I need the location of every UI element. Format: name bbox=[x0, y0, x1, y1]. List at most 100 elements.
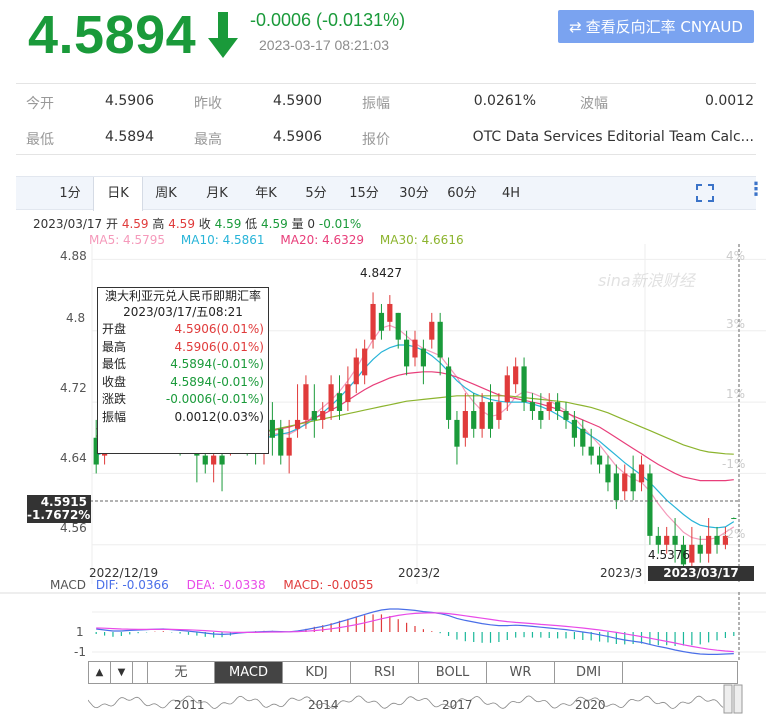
tooltip-value: -0.0006(-0.01%) bbox=[165, 392, 264, 407]
tab-30min[interactable]: 30分 bbox=[392, 177, 436, 210]
y-tick: 4.72 bbox=[60, 381, 87, 395]
scroll-down-button[interactable]: ▼ bbox=[111, 662, 133, 683]
tab-1min[interactable]: 1分 bbox=[48, 177, 92, 210]
sina-watermark-logo: sina新浪财经 bbox=[598, 271, 697, 290]
dif-label: DIF: -0.0366 bbox=[95, 578, 169, 592]
source-value: OTC Data Services Editorial Team Calc... bbox=[472, 129, 754, 145]
tooltip-row: 涨跌 -0.0006(-0.01%) bbox=[102, 391, 264, 409]
kline-low: 4.59 bbox=[261, 217, 288, 231]
x-label: 2023/2 bbox=[398, 566, 441, 580]
tab-yearly[interactable]: 年K bbox=[244, 177, 288, 210]
tab-15min[interactable]: 15分 bbox=[342, 177, 386, 210]
indicator-kdj[interactable]: KDJ bbox=[283, 662, 351, 683]
nav-year: 2020 bbox=[575, 698, 606, 712]
macd-y-tick: -1 bbox=[74, 645, 86, 659]
indicator-none[interactable]: 无 bbox=[147, 662, 215, 683]
candle bbox=[529, 393, 536, 420]
tooltip-label: 涨跌 bbox=[102, 392, 127, 407]
indicator-boll[interactable]: BOLL bbox=[419, 662, 487, 683]
candle bbox=[613, 464, 619, 510]
tooltip-value: 4.5894(-0.01%) bbox=[170, 374, 264, 389]
y-tick: 4.88 bbox=[60, 249, 87, 263]
candle bbox=[336, 375, 343, 420]
macd-title: MACD bbox=[50, 578, 86, 592]
fullscreen-icon[interactable] bbox=[696, 184, 714, 202]
candle bbox=[362, 339, 368, 385]
quote-table: 今开 4.5906 昨收 4.5900 振幅 0.0261% 波幅 0.0012… bbox=[16, 83, 756, 155]
macd-legend: MACD DIF: -0.0366 DEA: -0.0338 MACD: -0.… bbox=[50, 578, 388, 592]
quote-row-1: 今开 4.5906 昨收 4.5900 振幅 0.0261% 波幅 0.0012 bbox=[16, 84, 756, 120]
tooltip-label: 收盘 bbox=[102, 374, 127, 389]
tab-4h[interactable]: 4H bbox=[489, 177, 533, 210]
candle bbox=[647, 464, 653, 545]
candle bbox=[479, 393, 485, 438]
tooltip-row: 最高 4.5906(0.01%) bbox=[102, 339, 264, 357]
indicator-wr[interactable]: WR bbox=[487, 662, 555, 683]
tooltip-row: 振幅 0.0012(0.03%) bbox=[102, 409, 264, 427]
kline-vol-label: 量 bbox=[291, 217, 304, 231]
y-pct-tick: -2% bbox=[722, 527, 746, 541]
period-tabs: 1分 日K 周K 月K 年K 5分 15分 30分 60分 4H ⋮ bbox=[16, 176, 765, 211]
range-value: 0.0012 bbox=[705, 93, 754, 109]
candle bbox=[420, 339, 426, 385]
open-value: 4.5906 bbox=[105, 93, 154, 109]
tooltip-title: 澳大利亚元兑人民币即期汇率 bbox=[104, 289, 261, 303]
low-label: 最低 bbox=[26, 132, 54, 148]
candle bbox=[429, 312, 435, 349]
tooltip-label: 振幅 bbox=[102, 409, 127, 424]
high-value: 4.5906 bbox=[273, 129, 322, 145]
swap-icon: ⇄ bbox=[569, 17, 582, 36]
macd-y-tick: 1 bbox=[76, 625, 84, 639]
crosshair-price-label: 4.5915 -1.7672% bbox=[27, 495, 91, 523]
candle bbox=[706, 518, 712, 563]
reverse-rate-button[interactable]: ⇄ 查看反向汇率 CNYAUD bbox=[558, 10, 754, 43]
candle bbox=[378, 303, 385, 340]
candle bbox=[437, 312, 443, 376]
tooltip-value: 4.5906(0.01%) bbox=[174, 339, 264, 354]
current-price: 4.5894 bbox=[28, 5, 197, 65]
indicator-macd[interactable]: MACD bbox=[215, 662, 283, 683]
candle bbox=[311, 384, 317, 438]
candle bbox=[622, 464, 628, 501]
amplitude-label: 振幅 bbox=[362, 96, 390, 112]
kline-open-label: 开 bbox=[106, 217, 119, 231]
y-pct-tick: 4% bbox=[726, 249, 746, 263]
tab-60min[interactable]: 60分 bbox=[440, 177, 484, 210]
candle bbox=[731, 517, 737, 520]
macd-chart[interactable] bbox=[0, 592, 766, 662]
crosshair-time-label: 2023/03/17 08:21 bbox=[648, 566, 754, 595]
tab-5min[interactable]: 5分 bbox=[294, 177, 338, 210]
tooltip-row: 最低 4.5894(-0.01%) bbox=[102, 356, 264, 374]
x-label: 2023/3 bbox=[600, 566, 643, 580]
tooltip-value: 4.5906(0.01%) bbox=[174, 322, 264, 336]
crosshair-pct: -1.7672% bbox=[27, 508, 91, 522]
tooltip-label: 最高 bbox=[102, 339, 127, 354]
open-label: 今开 bbox=[26, 96, 54, 112]
macd-grid bbox=[0, 592, 766, 653]
indicator-rsi[interactable]: RSI bbox=[351, 662, 419, 683]
more-options-icon[interactable]: ⋮ bbox=[747, 179, 765, 200]
max-annotation: 4.8427 bbox=[360, 266, 402, 280]
kline-high-label: 高 bbox=[152, 217, 165, 231]
reverse-rate-label: 查看反向汇率 CNYAUD bbox=[585, 18, 743, 36]
tab-daily[interactable]: 日K bbox=[93, 177, 143, 211]
dea-line bbox=[96, 612, 734, 653]
y-pct-tick: 3% bbox=[726, 317, 746, 331]
candle bbox=[605, 455, 611, 492]
indicator-dmi[interactable]: DMI bbox=[555, 662, 623, 683]
range-label: 波幅 bbox=[580, 96, 608, 112]
candle bbox=[538, 393, 544, 429]
nav-year: 2014 bbox=[308, 698, 339, 712]
candle bbox=[328, 375, 334, 420]
price-change: -0.0006 (-0.0131%) bbox=[250, 10, 406, 30]
kline-high: 4.59 bbox=[168, 217, 195, 231]
amplitude-value: 0.0261% bbox=[473, 93, 536, 109]
scroll-up-button[interactable]: ▲ bbox=[89, 662, 111, 683]
tab-weekly[interactable]: 周K bbox=[144, 177, 188, 210]
candle bbox=[370, 292, 376, 349]
down-arrow-icon bbox=[208, 12, 238, 58]
tab-monthly[interactable]: 月K bbox=[195, 177, 239, 210]
candle bbox=[596, 446, 603, 474]
indicator-tabs: ▲ ▼ 无 MACD KDJ RSI BOLL WR DMI bbox=[88, 661, 738, 684]
kline-close: 4.59 bbox=[214, 217, 242, 231]
